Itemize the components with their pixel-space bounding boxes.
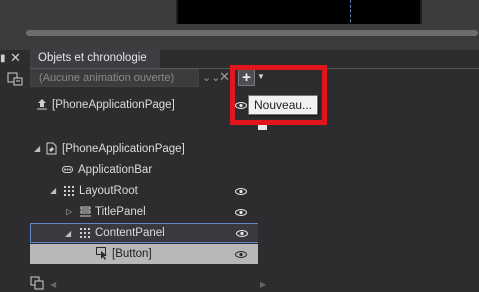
eye-icon[interactable] <box>235 251 247 258</box>
tree-item[interactable]: ▷ TitlePanel <box>30 202 270 222</box>
tree-item[interactable]: ApplicationBar <box>30 160 270 180</box>
new-animation-tooltip: Nouveau... <box>248 95 319 115</box>
page-icon <box>46 142 57 155</box>
grid-icon <box>64 186 74 196</box>
close-icon[interactable]: ✕ <box>10 50 21 66</box>
tree-options-icon[interactable] <box>30 276 44 290</box>
eye-icon[interactable] <box>236 230 248 237</box>
tree-item-selected[interactable]: ◢ ContentPanel <box>30 223 270 243</box>
stack-panel-icon <box>80 206 91 217</box>
scroll-right-icon[interactable]: ▶ <box>260 280 266 289</box>
animation-selector[interactable]: (Aucune animation ouverte) <box>30 69 199 87</box>
tree-item-label: TitlePanel <box>95 206 146 218</box>
tree-item-label: ContentPanel <box>95 227 165 239</box>
design-scroll-thumb[interactable] <box>26 30 478 36</box>
eye-icon[interactable] <box>235 209 247 216</box>
left-panel-edge <box>0 50 28 292</box>
phone-design-frame[interactable] <box>176 0 422 24</box>
tree-item[interactable]: ◢ LayoutRoot <box>30 181 270 201</box>
tree-item-label: [PhoneApplicationPage] <box>62 143 185 155</box>
layout-tool-icon[interactable] <box>7 72 23 86</box>
tree-item[interactable]: [Button] <box>30 244 270 264</box>
scope-label: [PhoneApplicationPage] <box>52 99 175 111</box>
tree-item-label: [Button] <box>112 248 152 260</box>
pin-icon[interactable]: ▮ <box>0 53 6 64</box>
expand-triangle-icon[interactable]: ◢ <box>65 224 71 244</box>
tree-item[interactable]: ◢ [PhoneApplicationPage] <box>30 139 270 159</box>
expand-triangle-icon[interactable]: ◢ <box>34 139 40 159</box>
expand-double-chevron-icon[interactable]: ⌄⌄ <box>202 71 220 84</box>
application-bar-icon <box>62 166 73 173</box>
grid-icon <box>80 228 90 238</box>
panel-tab-objects-timeline[interactable]: Objets et chronologie <box>30 50 160 68</box>
tree-item-label: ApplicationBar <box>78 164 153 176</box>
design-guide-line <box>350 0 351 22</box>
close-animation-icon[interactable]: ✕ <box>219 69 230 85</box>
collapsed-triangle-icon[interactable]: ▷ <box>66 202 72 222</box>
scroll-left-icon[interactable]: ◀ <box>50 280 56 289</box>
tree-horizontal-scrollbar[interactable] <box>46 278 270 290</box>
eye-icon[interactable] <box>235 188 247 195</box>
tree-vertical-scrollbar[interactable] <box>258 122 270 277</box>
button-control-icon <box>96 247 108 260</box>
scope-up-icon[interactable] <box>36 98 48 110</box>
expand-triangle-icon[interactable]: ◢ <box>50 181 56 201</box>
tree-item-label: LayoutRoot <box>79 185 138 197</box>
